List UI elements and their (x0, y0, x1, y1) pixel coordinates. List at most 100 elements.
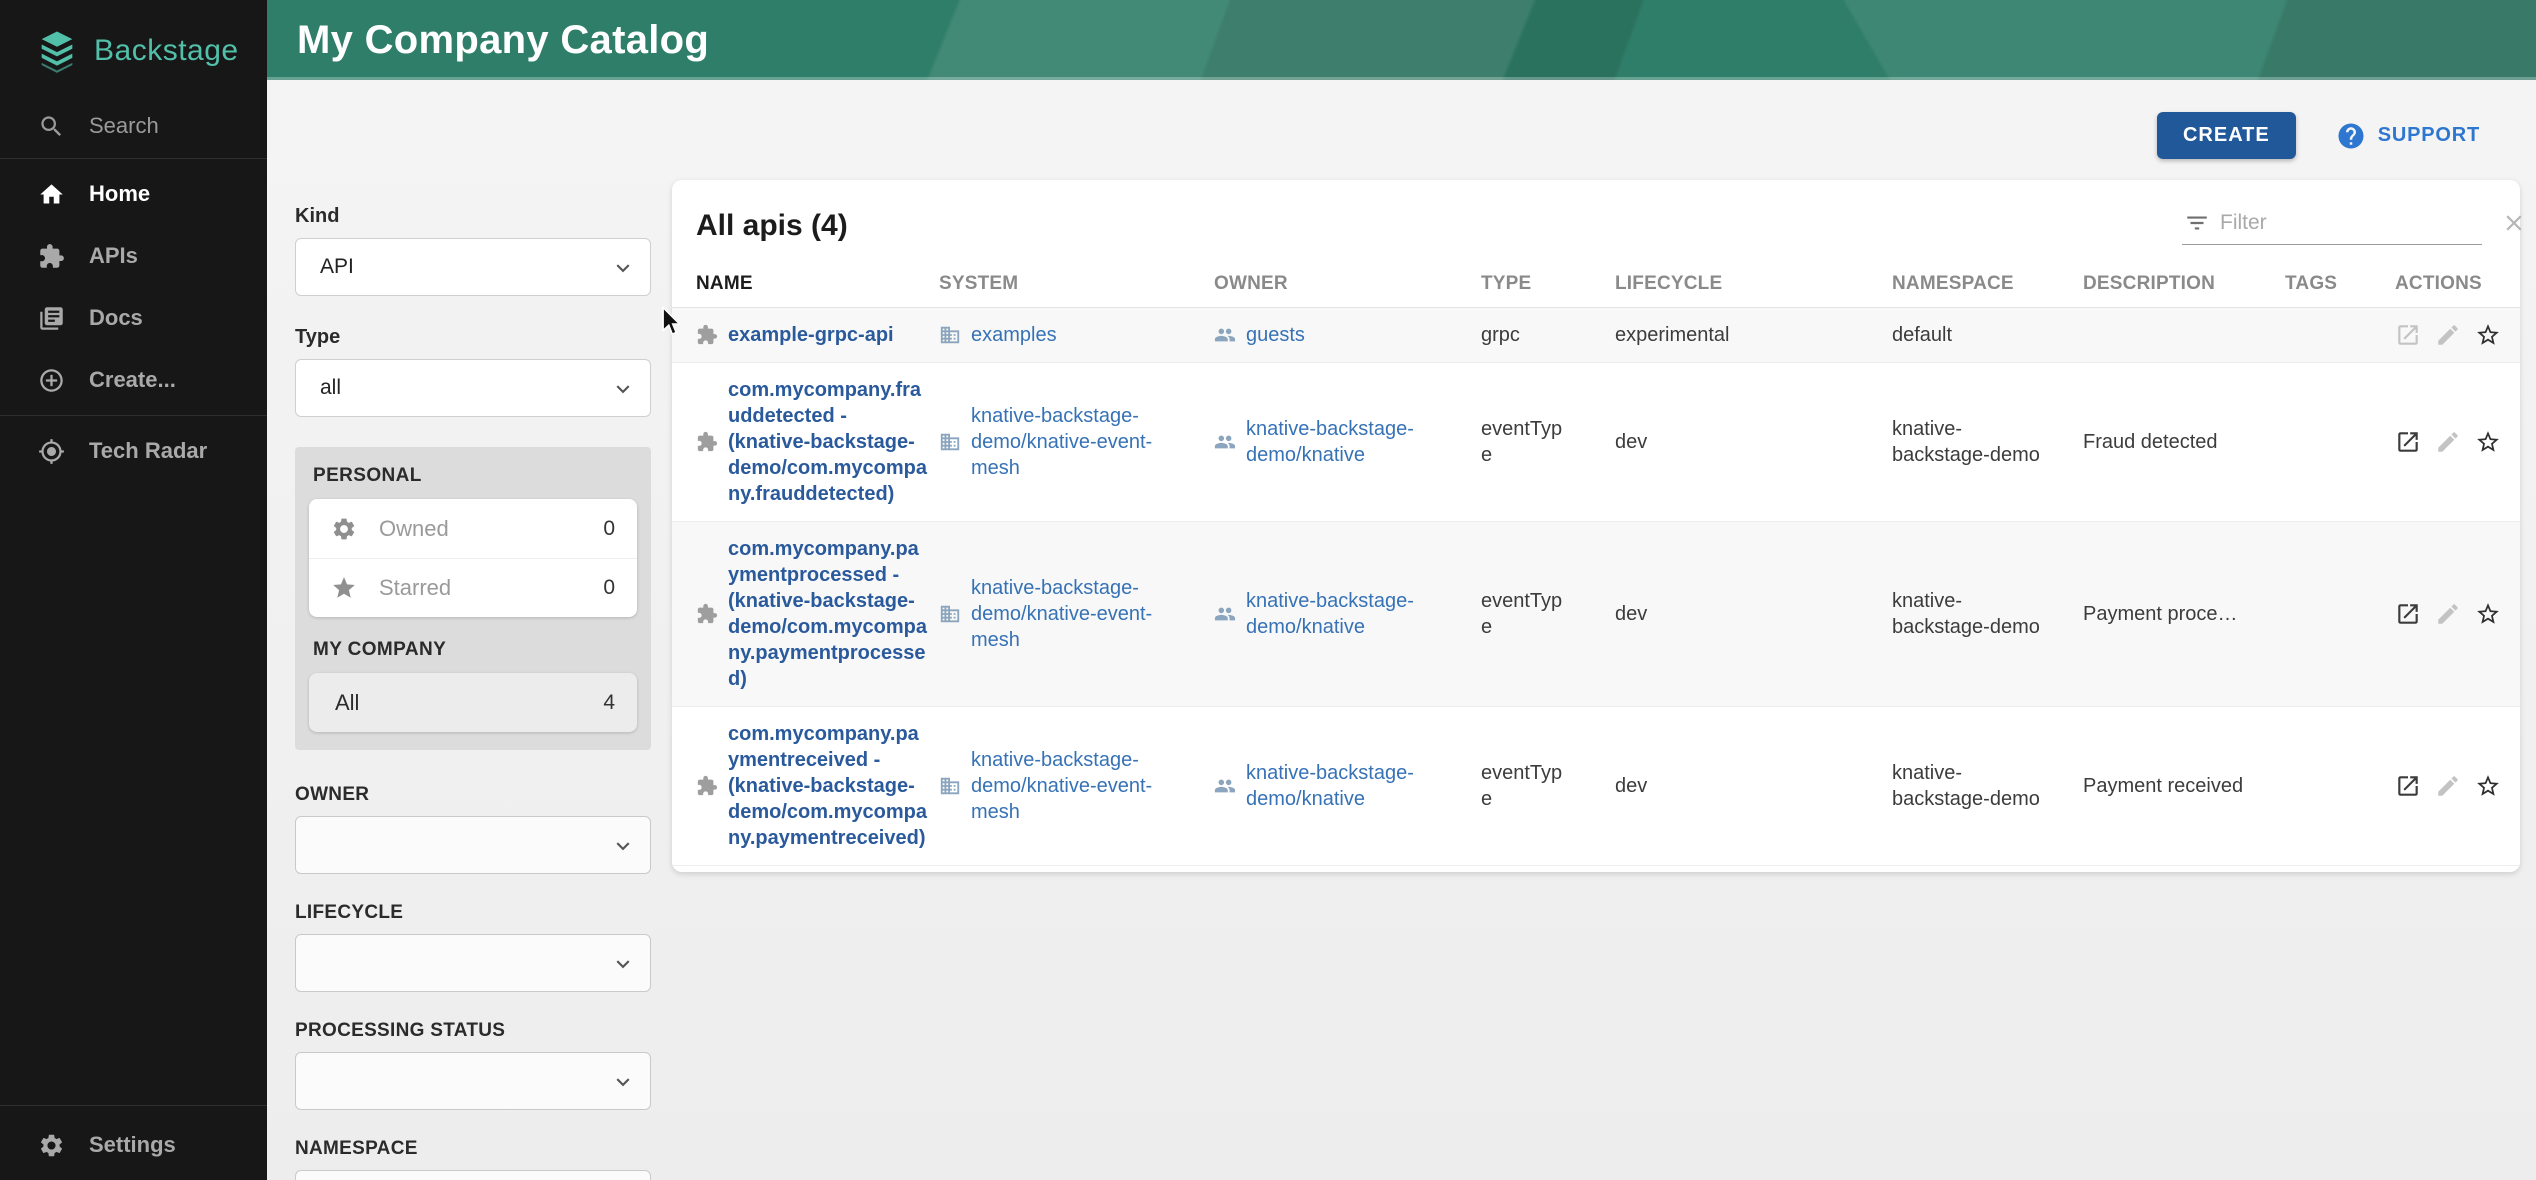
all-count: 4 (603, 691, 615, 715)
star-outline-icon (2475, 429, 2501, 455)
table-row: com.mycompany.frauddetected - (knative-b… (672, 363, 2520, 522)
docs-icon (38, 305, 65, 332)
lifecycle-cell: experimental (1615, 308, 1892, 363)
content-area: CREATE SUPPORT Kind API Type all (267, 80, 2536, 1180)
type-cell: eventType (1481, 416, 1566, 468)
api-name-link[interactable]: com.mycompany.frauddetected - (knative-b… (728, 377, 929, 507)
sidebar-item-label: Home (89, 181, 150, 207)
type-select[interactable]: all (295, 359, 651, 417)
pencil-icon (2435, 773, 2461, 799)
pencil-icon (2435, 429, 2461, 455)
description-cell: Fraud detected (2083, 363, 2285, 522)
owner-link[interactable]: guests (1246, 322, 1305, 348)
table-row: example-grpc-api examples guests grpc ex… (672, 308, 2520, 363)
edit-button[interactable] (2435, 322, 2461, 348)
starred-filter-item[interactable]: Starred 0 (309, 558, 637, 617)
close-icon (2501, 210, 2527, 236)
gear-icon (38, 1132, 65, 1159)
view-definition-button[interactable] (2395, 429, 2421, 455)
namespace-select[interactable] (295, 1170, 651, 1180)
system-link[interactable]: knative-backstage-demo/knative-event-mes… (971, 747, 1189, 825)
page-title: My Company Catalog (267, 18, 709, 63)
sidebar-item-label: Create... (89, 367, 176, 393)
backstage-logo-icon (34, 28, 80, 74)
kind-select[interactable]: API (295, 238, 651, 296)
sidebar-item-apis[interactable]: APIs (0, 225, 267, 287)
page-header: My Company Catalog (267, 0, 2536, 80)
owner-link[interactable]: knative-backstage-demo/knative (1246, 760, 1464, 812)
star-outline-icon (2475, 773, 2501, 799)
system-icon (939, 603, 961, 625)
owner-link[interactable]: knative-backstage-demo/knative (1246, 588, 1464, 640)
group-icon (1214, 775, 1236, 797)
sidebar-item-docs[interactable]: Docs (0, 287, 267, 349)
puzzle-icon (696, 324, 718, 346)
system-link[interactable]: knative-backstage-demo/knative-event-mes… (971, 575, 1189, 653)
owner-select[interactable] (295, 816, 651, 874)
sidebar-item-tech-radar[interactable]: Tech Radar (0, 420, 267, 482)
column-header-system[interactable]: SYSTEM (939, 263, 1214, 308)
support-button[interactable]: SUPPORT (2336, 121, 2480, 151)
pencil-icon (2435, 601, 2461, 627)
sidebar-item-settings[interactable]: Settings (0, 1110, 267, 1180)
system-icon (939, 324, 961, 346)
kind-value: API (320, 255, 354, 279)
puzzle-icon (38, 243, 65, 270)
view-definition-button[interactable] (2395, 773, 2421, 799)
sidebar-divider (0, 158, 267, 159)
filter-clear-button[interactable] (2501, 210, 2527, 236)
system-link[interactable]: examples (971, 322, 1057, 348)
personal-card: Owned 0 Starred 0 (309, 499, 637, 617)
owned-filter-item[interactable]: Owned 0 (309, 499, 637, 558)
processing-status-select[interactable] (295, 1052, 651, 1110)
sidebar-item-home[interactable]: Home (0, 163, 267, 225)
lifecycle-cell: dev (1615, 522, 1892, 707)
group-icon (1214, 603, 1236, 625)
puzzle-icon (696, 775, 718, 797)
view-definition-button[interactable] (2395, 322, 2421, 348)
column-header-lifecycle[interactable]: LIFECYCLE (1615, 263, 1892, 308)
lifecycle-cell: dev (1615, 707, 1892, 866)
column-header-description[interactable]: DESCRIPTION (2083, 263, 2285, 308)
column-header-namespace[interactable]: NAMESPACE (1892, 263, 2083, 308)
column-header-name[interactable]: NAME (672, 263, 939, 308)
pencil-icon (2435, 322, 2461, 348)
star-button[interactable] (2475, 429, 2501, 455)
lifecycle-select[interactable] (295, 934, 651, 992)
column-header-owner[interactable]: OWNER (1214, 263, 1481, 308)
all-filter-item[interactable]: All 4 (309, 673, 637, 732)
star-button[interactable] (2475, 601, 2501, 627)
column-header-type[interactable]: TYPE (1481, 263, 1615, 308)
api-name-link[interactable]: com.mycompany.paymentreceived - (knative… (728, 721, 929, 851)
edit-button[interactable] (2435, 773, 2461, 799)
system-link[interactable]: knative-backstage-demo/knative-event-mes… (971, 403, 1189, 481)
lifecycle-filter-label: LIFECYCLE (295, 902, 651, 924)
api-name-link[interactable]: example-grpc-api (728, 322, 894, 348)
column-header-tags[interactable]: TAGS (2285, 263, 2395, 308)
catalog-card-header: All apis (4) (672, 180, 2520, 263)
namespace-cell: default (1892, 322, 1952, 348)
star-button[interactable] (2475, 322, 2501, 348)
sidebar-item-label: Tech Radar (89, 438, 207, 464)
brand-logo[interactable]: Backstage (0, 0, 267, 98)
edit-button[interactable] (2435, 429, 2461, 455)
user-list-picker: PERSONAL Owned 0 Starred 0 MY (295, 447, 651, 750)
sidebar-search[interactable]: Search (0, 98, 267, 154)
table-filter-input[interactable] (2210, 211, 2501, 235)
chevron-down-icon (610, 1068, 636, 1094)
sidebar-item-create[interactable]: Create... (0, 349, 267, 411)
owner-link[interactable]: knative-backstage-demo/knative (1246, 416, 1464, 468)
personal-header: PERSONAL (309, 463, 637, 499)
radar-icon (38, 438, 65, 465)
view-definition-button[interactable] (2395, 601, 2421, 627)
api-name-link[interactable]: com.mycompany.paymentprocessed - (knativ… (728, 536, 929, 692)
type-value: all (320, 376, 341, 400)
support-label: SUPPORT (2378, 124, 2480, 147)
table-row: com.mycompany.paymentreceived - (knative… (672, 707, 2520, 866)
star-button[interactable] (2475, 773, 2501, 799)
main-area: My Company Catalog CREATE SUPPORT Kind A… (267, 0, 2536, 1180)
edit-button[interactable] (2435, 601, 2461, 627)
lifecycle-cell: dev (1615, 363, 1892, 522)
create-button[interactable]: CREATE (2157, 112, 2296, 159)
sidebar-divider (0, 1105, 267, 1106)
